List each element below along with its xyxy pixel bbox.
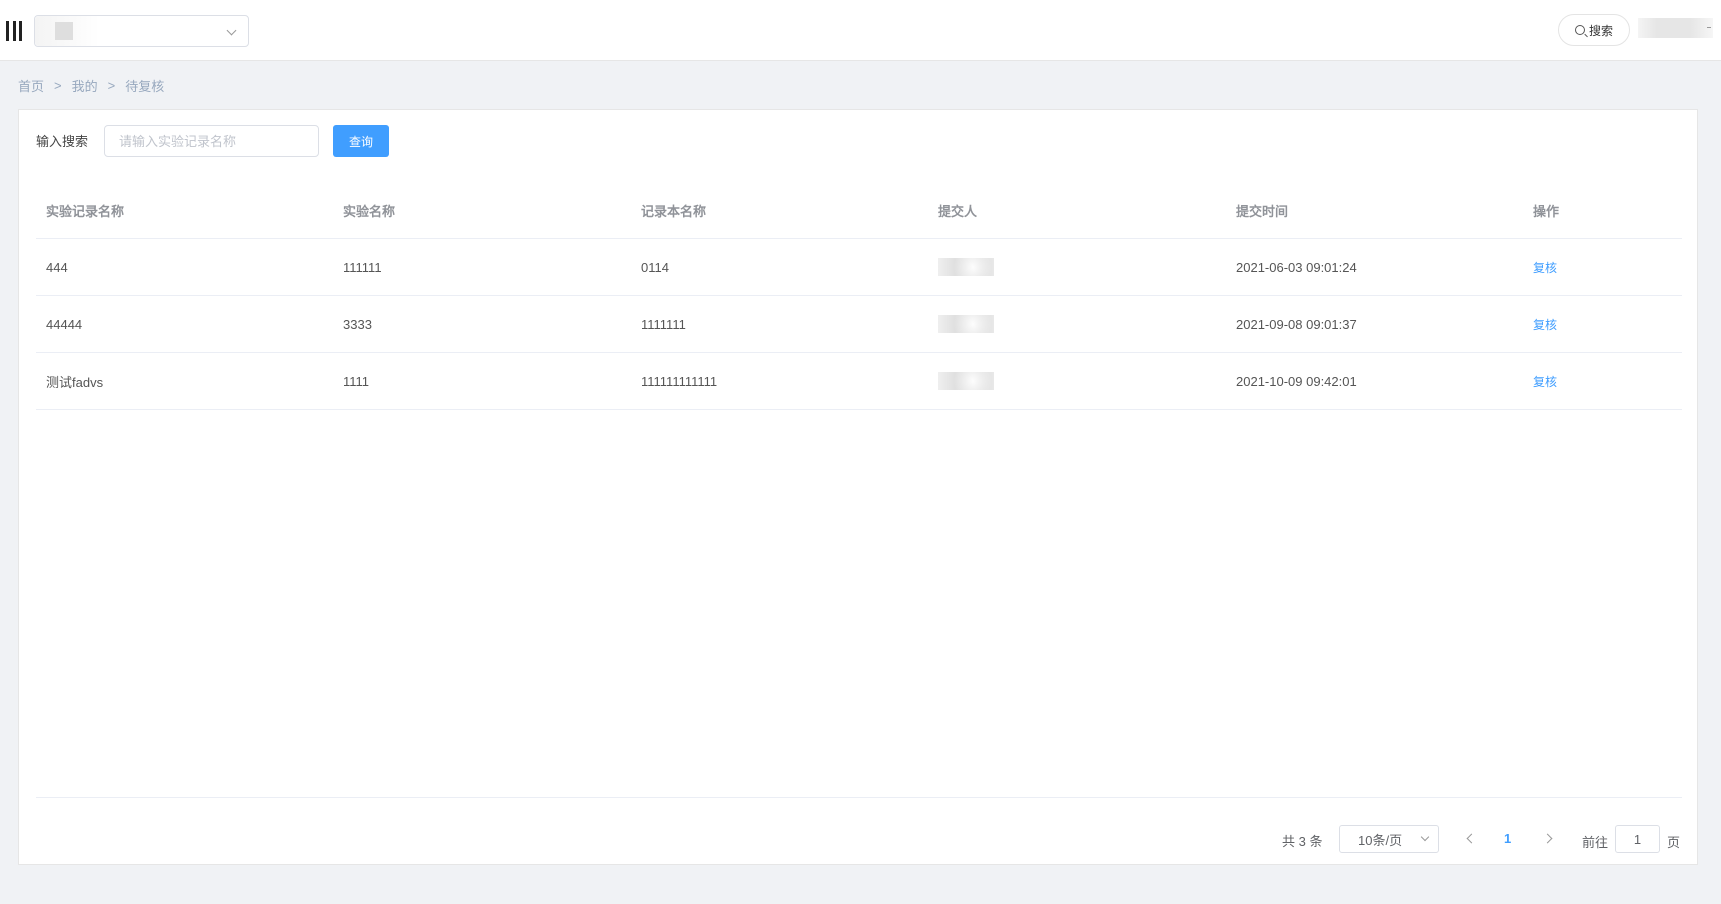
cell-record-name: 444 (46, 259, 68, 275)
cell-notebook-name: 1111111 (641, 316, 686, 332)
column-header-submit-time: 提交时间 (1236, 203, 1289, 219)
submitter-name-redacted (938, 244, 994, 290)
cell-submit-time: 2021-10-09 09:42:01 (1236, 373, 1357, 389)
breadcrumb-separator: > (107, 78, 116, 93)
cell-actions: 复核 (1533, 239, 1557, 295)
cell-submitter (938, 296, 994, 352)
page-number-current[interactable]: 1 (1504, 831, 1511, 846)
breadcrumb-home[interactable]: 首页 (18, 76, 44, 95)
global-search-button[interactable]: 搜索 (1558, 14, 1630, 46)
cell-actions: 复核 (1533, 353, 1557, 409)
breadcrumb-mine[interactable]: 我的 (72, 76, 98, 95)
chevron-down-icon (226, 25, 237, 36)
cell-submit-time: 2021-06-03 09:01:24 (1236, 259, 1357, 275)
cell-submitter (938, 353, 994, 409)
table-row: 444 111111 0114 2021-06-03 09:01:24 复核 (36, 239, 1682, 296)
next-page-icon[interactable] (1542, 833, 1553, 844)
table-row: 44444 3333 1111111 2021-09-08 09:01:37 复… (36, 296, 1682, 353)
column-header-notebook-name: 记录本名称 (641, 203, 707, 219)
pagination-total: 共 3 条 (1282, 834, 1323, 849)
review-table: 实验记录名称 实验名称 记录本名称 提交人 提交时间 操作 444 111111… (36, 182, 1682, 410)
cell-actions: 复核 (1533, 296, 1557, 352)
cell-experiment-name: 111111 (343, 259, 382, 275)
cell-notebook-name: 111111111111 (641, 373, 718, 389)
column-header-record-name: 实验记录名称 (46, 203, 125, 219)
cell-notebook-name: 0114 (641, 259, 669, 275)
table-divider (36, 797, 1682, 798)
review-link[interactable]: 复核 (1533, 259, 1557, 276)
search-label: 输入搜索 (36, 134, 89, 149)
breadcrumb-separator: > (54, 78, 62, 93)
global-search-label: 搜索 (1588, 23, 1613, 38)
user-name[interactable] (1638, 18, 1713, 38)
chevron-down-icon (1420, 832, 1430, 842)
table-row: 测试fadvs 1111 111111111111 2021-10-09 09:… (36, 353, 1682, 410)
review-link[interactable]: 复核 (1533, 373, 1557, 390)
column-header-actions: 操作 (1533, 203, 1560, 219)
menu-toggle-icon[interactable] (6, 21, 22, 41)
submitter-name-redacted (938, 301, 994, 347)
column-header-submitter: 提交人 (938, 203, 978, 219)
breadcrumb-current: 待复核 (125, 79, 165, 94)
goto-suffix: 页 (1667, 835, 1681, 850)
cell-experiment-name: 3333 (343, 316, 372, 332)
pagination: 共 3 条 10条/页 1 前往 页 (19, 824, 1697, 854)
project-select[interactable] (34, 15, 249, 47)
cell-submitter (938, 239, 994, 295)
page-size-select[interactable]: 10条/页 (1339, 825, 1439, 853)
submitter-name-redacted (938, 358, 994, 404)
column-header-experiment-name: 实验名称 (343, 203, 396, 219)
breadcrumb: 首页 > 我的 > 待复核 (18, 76, 164, 95)
search-icon (1574, 25, 1585, 35)
cell-submit-time: 2021-09-08 09:01:37 (1236, 316, 1357, 332)
page-size-value: 10条/页 (1358, 832, 1403, 848)
cell-experiment-name: 1111 (343, 373, 370, 389)
goto-label: 前往 (1582, 835, 1609, 850)
cell-record-name: 测试fadvs (46, 374, 104, 390)
top-header: 搜索 (0, 0, 1721, 61)
prev-page-icon[interactable] (1466, 833, 1477, 844)
record-name-search-input[interactable] (104, 125, 319, 157)
content-card: 输入搜索 查询 实验记录名称 实验名称 记录本名称 提交人 提交时间 操作 44… (18, 109, 1698, 865)
user-menu-caret-icon[interactable] (1707, 27, 1711, 28)
table-header: 实验记录名称 实验名称 记录本名称 提交人 提交时间 操作 (36, 182, 1682, 239)
project-select-value (35, 16, 99, 46)
cell-record-name: 44444 (46, 316, 83, 332)
query-button[interactable]: 查询 (333, 125, 389, 157)
goto-page-input[interactable] (1615, 825, 1660, 853)
review-link[interactable]: 复核 (1533, 316, 1557, 333)
